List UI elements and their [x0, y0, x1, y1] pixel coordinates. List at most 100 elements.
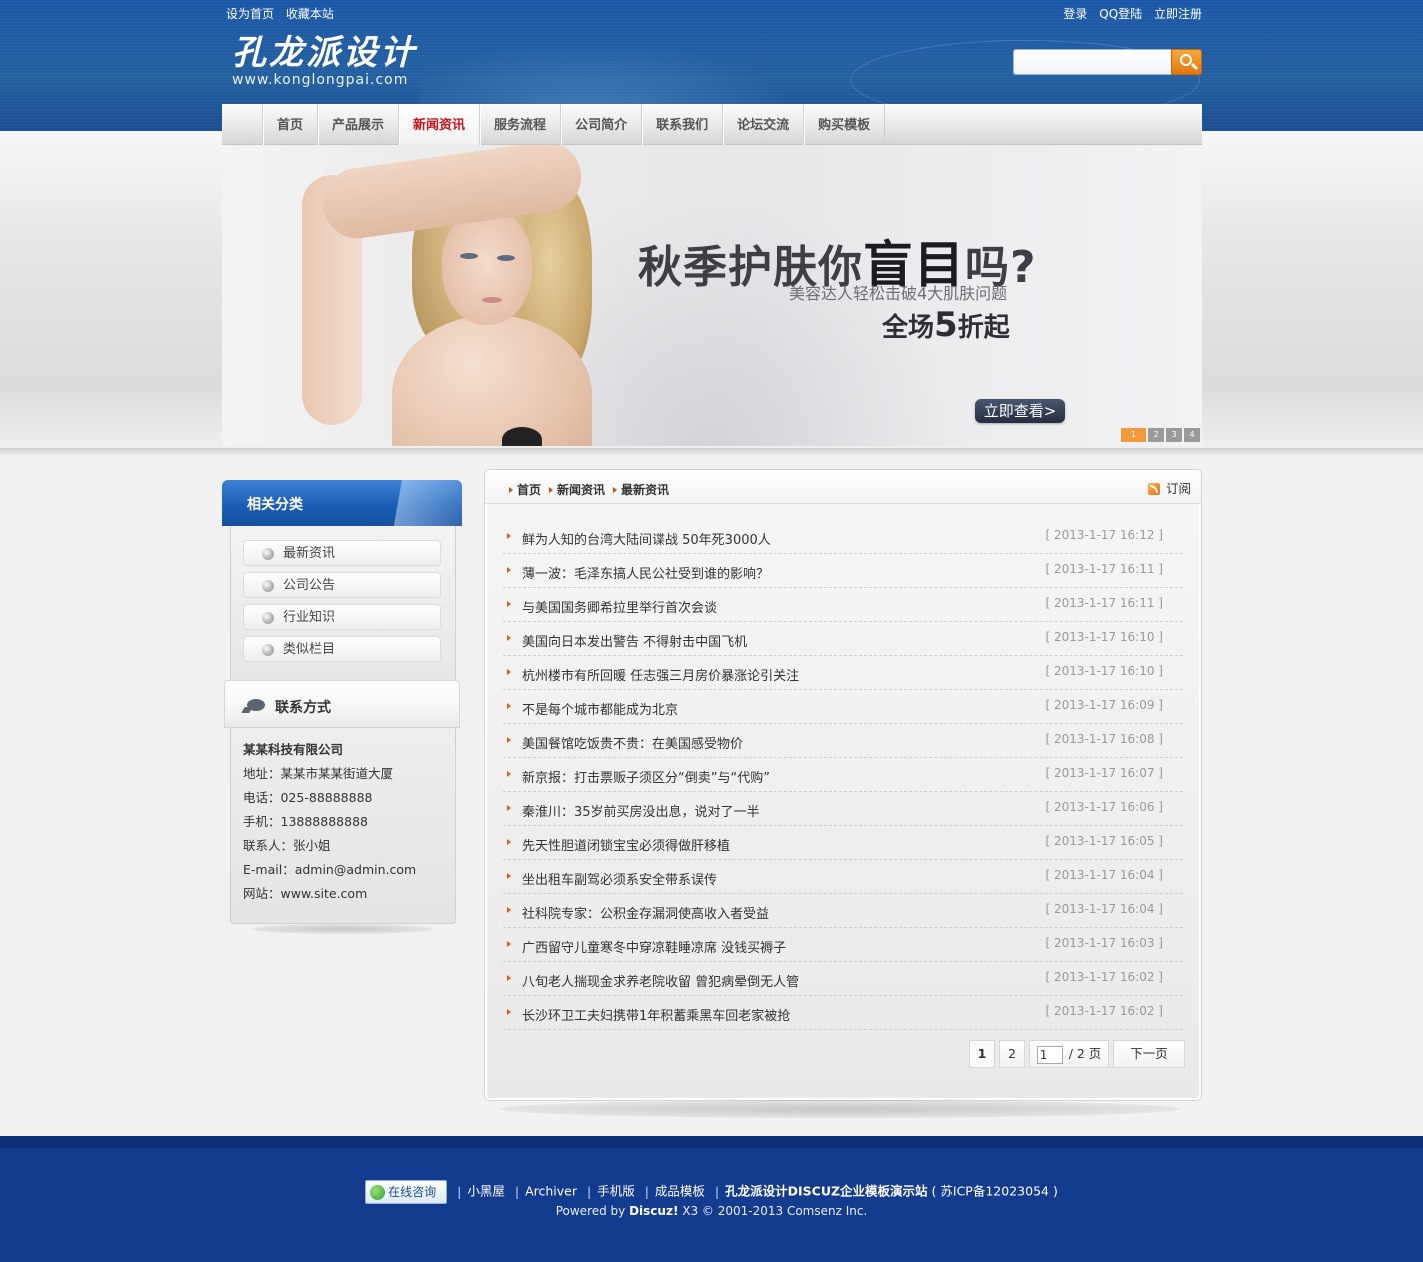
list-item: 新京报：打击票贩子须区分“倒卖”与“代购” [ 2013-1-17 16:07 ]: [503, 758, 1183, 792]
set-homepage-link[interactable]: 设为首页: [226, 7, 274, 21]
nav-item-contact[interactable]: 联系我们: [641, 104, 722, 145]
footer-site-name[interactable]: 孔龙派设计DISCUZ企业模板演示站: [725, 1184, 927, 1199]
page-jump-input[interactable]: 1: [1036, 1045, 1063, 1064]
discuz-link[interactable]: Discuz!: [629, 1204, 678, 1218]
category-item-similar[interactable]: 类似栏目: [243, 636, 441, 662]
category-header: 相关分类: [222, 480, 462, 526]
category-item-latest[interactable]: 最新资讯: [243, 540, 441, 566]
list-item: 杭州楼市有所回暖 任志强三月房价暴涨论引关注 [ 2013-1-17 16:10 …: [503, 656, 1183, 690]
breadcrumb-latest[interactable]: 最新资讯: [613, 481, 673, 498]
nav-item-news[interactable]: 新闻资讯: [398, 104, 480, 145]
banner-model-image: [302, 145, 602, 446]
bookmark-link[interactable]: 收藏本站: [286, 7, 334, 21]
news-date: [ 2013-1-17 16:02 ]: [1045, 1004, 1164, 1018]
banner-view-button[interactable]: 立即查看>: [975, 399, 1065, 423]
list-item: 薄一波：毛泽东搞人民公社受到谁的影响？ [ 2013-1-17 16:11 ]: [503, 554, 1183, 588]
news-date: [ 2013-1-17 16:10 ]: [1045, 630, 1164, 644]
banner-subtitle: 美容达人轻松击破4大肌肤问题: [789, 284, 1008, 303]
category-item-notice[interactable]: 公司公告: [243, 572, 441, 598]
rss-icon: [1147, 483, 1160, 495]
news-panel-shadow: [500, 1100, 1180, 1118]
login-link[interactable]: 登录: [1063, 7, 1087, 21]
news-title[interactable]: 杭州楼市有所回暖 任志强三月房价暴涨论引关注: [522, 665, 799, 684]
banner-dot-1[interactable]: 1: [1121, 428, 1146, 442]
breadcrumb-news[interactable]: 新闻资讯: [549, 481, 609, 498]
news-title[interactable]: 与美国国务卿希拉里举行首次会谈: [522, 597, 717, 616]
nav-item-buy[interactable]: 购买模板: [803, 104, 886, 145]
qq-login-link[interactable]: QQ登陆: [1099, 7, 1142, 21]
news-title[interactable]: 广西留守儿童寒冬中穿凉鞋睡凉席 没钱买褥子: [522, 937, 786, 956]
list-item: 长沙环卫工夫妇携带1年积蓄乘黑车回老家被抢 [ 2013-1-17 16:02 ]: [503, 996, 1183, 1030]
news-title[interactable]: 坐出租车副驾必须系安全带系误传: [522, 869, 717, 888]
news-date: [ 2013-1-17 16:04 ]: [1045, 868, 1164, 882]
page-1[interactable]: 1: [969, 1040, 995, 1068]
main-nav: 首页 产品展示 新闻资讯 服务流程 公司简介 联系我们 论坛交流 购买模板: [222, 104, 1202, 145]
breadcrumb: 首页 新闻资讯 最新资讯 订阅: [485, 470, 1201, 504]
news-title[interactable]: 美国餐馆吃饭贵不贵：在美国感受物价: [522, 733, 743, 752]
banner-dot-2[interactable]: 2: [1148, 428, 1164, 442]
category-item-knowledge[interactable]: 行业知识: [243, 604, 441, 630]
news-title[interactable]: 先天性胆道闭锁宝宝必须得做肝移植: [522, 835, 730, 854]
breadcrumb-home[interactable]: 首页: [509, 481, 545, 498]
list-item: 美国向日本发出警告 不得射击中国飞机 [ 2013-1-17 16:10 ]: [503, 622, 1183, 656]
banner-dot-4[interactable]: 4: [1184, 428, 1200, 442]
online-consult-button[interactable]: 在线咨询: [365, 1180, 448, 1204]
banner-pagination: 1 2 3 4: [1119, 428, 1200, 442]
news-title[interactable]: 长沙环卫工夫妇携带1年积蓄乘黑车回老家被抢: [522, 1005, 790, 1024]
nav-item-forum[interactable]: 论坛交流: [722, 104, 803, 145]
footer-link-archiver[interactable]: Archiver: [525, 1184, 577, 1199]
list-item: 坐出租车副驾必须系安全带系误传 [ 2013-1-17 16:04 ]: [503, 860, 1183, 894]
nav-item-about[interactable]: 公司简介: [560, 104, 641, 145]
page-2[interactable]: 2: [999, 1040, 1025, 1068]
footer-link-mobile[interactable]: 手机版: [597, 1184, 635, 1199]
news-date: [ 2013-1-17 16:11 ]: [1045, 562, 1164, 576]
list-item: 美国餐馆吃饭贵不贵：在美国感受物价 [ 2013-1-17 16:08 ]: [503, 724, 1183, 758]
footer-icp[interactable]: ( 苏ICP备12023054 ): [932, 1184, 1058, 1199]
logo-url: www.konglongpai.com: [232, 72, 409, 88]
news-title[interactable]: 秦淮川：35岁前买房没出息，说对了一半: [522, 801, 760, 820]
page-jump: 1/ 2 页: [1029, 1040, 1109, 1068]
banner-dot-3[interactable]: 3: [1166, 428, 1182, 442]
news-title[interactable]: 薄一波：毛泽东搞人民公社受到谁的影响？: [522, 563, 769, 582]
search-input[interactable]: [1013, 49, 1173, 75]
category-list: 最新资讯 公司公告 行业知识 类似栏目: [230, 526, 456, 688]
search-button[interactable]: [1171, 49, 1202, 75]
contact-title: 联系方式: [275, 700, 331, 716]
next-page-button[interactable]: 下一页: [1113, 1040, 1185, 1068]
list-item: 鲜为人知的台湾大陆间谍战 50年死3000人 [ 2013-1-17 16:12 …: [503, 520, 1183, 554]
top-links-left: 设为首页 收藏本站: [226, 5, 342, 22]
news-panel: 首页 新闻资讯 最新资讯 订阅 鲜为人知的台湾大陆间谍战 50年死3000人 [ …: [484, 469, 1202, 1101]
footer-link-blacklist[interactable]: 小黑屋: [467, 1184, 505, 1199]
footer-powered-by: Powered by Discuz! X3 © 2001-2013 Comsen…: [555, 1204, 868, 1218]
list-item: 秦淮川：35岁前买房没出息，说对了一半 [ 2013-1-17 16:06 ]: [503, 792, 1183, 826]
news-title[interactable]: 不是每个城市都能成为北京: [522, 699, 678, 718]
news-date: [ 2013-1-17 16:02 ]: [1045, 970, 1164, 984]
nav-item-products[interactable]: 产品展示: [317, 104, 398, 145]
list-item: 先天性胆道闭锁宝宝必须得做肝移植 [ 2013-1-17 16:05 ]: [503, 826, 1183, 860]
news-date: [ 2013-1-17 16:05 ]: [1045, 834, 1164, 848]
contact-info: 某某科技有限公司 地址：某某市某某街道大厦 电话：025-88888888 手机…: [230, 728, 456, 924]
nav-item-service[interactable]: 服务流程: [479, 104, 560, 145]
nav-item-home[interactable]: 首页: [262, 104, 317, 145]
banner-band-divider: [0, 448, 1423, 456]
news-title[interactable]: 社科院专家：公积金存漏洞使高收入者受益: [522, 903, 769, 922]
contact-address: 地址：某某市某某街道大厦: [243, 766, 394, 781]
rss-subscribe[interactable]: 订阅: [1147, 478, 1191, 497]
banner-slider[interactable]: 秋季护肤你盲目吗? 美容达人轻松击破4大肌肤问题 全场5折起 立即查看> 1 2…: [222, 145, 1202, 446]
footer-links: 在线咨询 | 小黑屋 | Archiver | 手机版 | 成品模板 | 孔龙派设计DIS…: [0, 1180, 1423, 1204]
news-date: [ 2013-1-17 16:10 ]: [1045, 664, 1164, 678]
register-link[interactable]: 立即注册: [1154, 7, 1202, 21]
news-date: [ 2013-1-17 16:09 ]: [1045, 698, 1164, 712]
news-title[interactable]: 新京报：打击票贩子须区分“倒卖”与“代购”: [522, 767, 770, 786]
news-date: [ 2013-1-17 16:06 ]: [1045, 800, 1164, 814]
news-date: [ 2013-1-17 16:12 ]: [1045, 528, 1164, 542]
news-title[interactable]: 美国向日本发出警告 不得射击中国飞机: [522, 631, 747, 650]
site-logo[interactable]: 孔龙派设计 www.konglongpai.com: [232, 32, 492, 102]
footer-link-templates[interactable]: 成品模板: [655, 1184, 705, 1199]
news-title[interactable]: 八旬老人揣现金求养老院收留 曾犯病晕倒无人管: [522, 971, 799, 990]
list-item: 社科院专家：公积金存漏洞使高收入者受益 [ 2013-1-17 16:04 ]: [503, 894, 1183, 928]
search-box: [1013, 49, 1202, 75]
news-title[interactable]: 鲜为人知的台湾大陆间谍战 50年死3000人: [522, 529, 771, 548]
category-title: 相关分类: [247, 497, 303, 513]
top-links-right: 登录 QQ登陆 立即注册: [1055, 5, 1202, 22]
